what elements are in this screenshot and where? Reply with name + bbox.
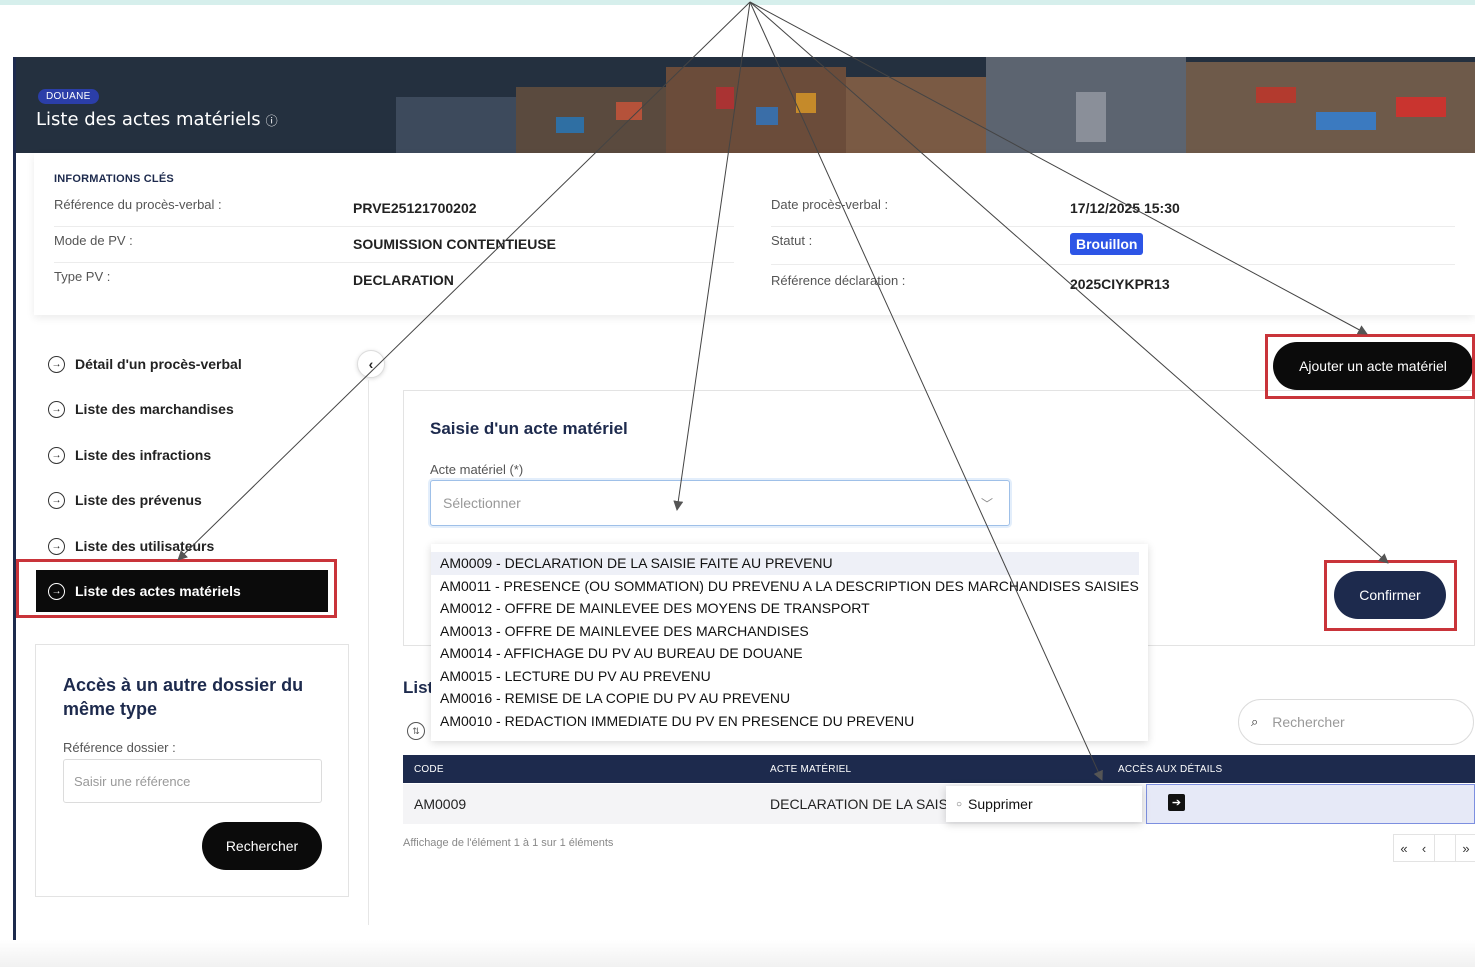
ref-pv-label: Référence du procès-verbal :: [54, 197, 222, 212]
dropdown-option[interactable]: AM0011 - PRESENCE (OU SOMMATION) DU PREV…: [431, 575, 1148, 598]
reference-dossier-input[interactable]: Saisir une référence: [63, 759, 322, 803]
mode-pv-value: SOUMISSION CONTENTIEUSE: [353, 236, 557, 252]
reference-dossier-label: Référence dossier :: [63, 740, 176, 755]
row-action-menu[interactable]: ○ Supprimer: [946, 786, 1142, 822]
collapse-sidebar-button[interactable]: ‹: [357, 350, 385, 378]
pagination-info: Affichage de l'élément 1 à 1 sur 1 éléme…: [403, 837, 614, 849]
column-header-details: ACCÈS AUX DÉTAILS: [1118, 764, 1223, 775]
select-placeholder: Sélectionner: [443, 495, 521, 511]
type-pv-value: DECLARATION: [353, 272, 454, 288]
dropdown-option[interactable]: AM0015 - LECTURE DU PV AU PREVENU: [431, 665, 1148, 688]
acte-materiel-label: Acte matériel (*): [430, 462, 524, 477]
chevron-down-icon: ﹀: [980, 497, 993, 511]
page-title-text: Liste des actes matériels: [36, 109, 261, 130]
dropdown-option[interactable]: AM0012 - OFFRE DE MAINLEVEE DES MOYENS D…: [431, 597, 1148, 620]
divider: [771, 226, 1455, 227]
first-page-button[interactable]: «: [1394, 835, 1414, 861]
sidebar-item-detail-pv[interactable]: → Détail d'un procès-verbal: [36, 343, 328, 385]
circle-icon: ○: [956, 798, 963, 810]
table-header: CODE ACTE MATÉRIEL ACCÈS AUX DÉTAILS: [403, 755, 1475, 783]
dropdown-option[interactable]: AM0014 - AFFICHAGE DU PV AU BUREAU DE DO…: [431, 642, 1148, 665]
column-header-code: CODE: [414, 764, 444, 775]
highlight-box-sidebar: [16, 559, 337, 618]
sort-icon[interactable]: ⇅: [407, 722, 425, 740]
page-banner: DOUANE Liste des actes matériels ⓘ: [16, 57, 1475, 153]
arrow-right-circle-icon: →: [48, 537, 65, 555]
sidebar-item-prevenus[interactable]: → Liste des prévenus: [36, 479, 328, 521]
sidebar-item-label: Liste des marchandises: [75, 401, 234, 417]
other-dossier-title: Accès à un autre dossier du même type: [63, 675, 304, 719]
banner-port-illustration: [16, 57, 1475, 153]
date-pv-value: 17/12/2025 15:30: [1070, 200, 1180, 216]
dropdown-option[interactable]: AM0013 - OFFRE DE MAINLEVEE DES MARCHAND…: [431, 620, 1148, 643]
rechercher-button[interactable]: Rechercher: [202, 822, 322, 870]
open-details-icon[interactable]: ➔: [1168, 794, 1185, 811]
sidebar-item-label: Détail d'un procès-verbal: [75, 356, 242, 372]
top-accent-bar: [0, 0, 1475, 5]
key-info-card: INFORMATIONS CLÉS Référence du procès-ve…: [34, 153, 1475, 315]
ref-declaration-label: Référence déclaration :: [771, 273, 906, 288]
ref-declaration-value: 2025CIYKPR13: [1070, 276, 1170, 292]
column-header-acte: ACTE MATÉRIEL: [770, 764, 852, 775]
saisie-title: Saisie d'un acte matériel: [430, 419, 628, 438]
dropdown-option[interactable]: AM0010 - REDACTION IMMEDIATE DU PV EN PR…: [431, 710, 1148, 733]
arrow-right-circle-icon: →: [48, 355, 65, 373]
arrow-right-circle-icon: →: [48, 446, 65, 464]
sidebar-item-label: Liste des infractions: [75, 447, 212, 463]
page-title: Liste des actes matériels ⓘ: [36, 109, 278, 130]
bottom-shade: [0, 940, 1475, 967]
details-cell[interactable]: [1146, 784, 1475, 824]
arrow-right-circle-icon: →: [48, 491, 65, 509]
info-icon[interactable]: ⓘ: [266, 114, 278, 128]
highlight-box-add: [1265, 334, 1475, 399]
pagination: « ‹ »: [1393, 834, 1475, 862]
acte-dropdown-menu: AM0009 - DECLARATION DE LA SAISIE FAITE …: [431, 544, 1148, 741]
table-row[interactable]: AM0009 DECLARATION DE LA SAISIE: [403, 784, 1475, 824]
search-placeholder: Rechercher: [1272, 714, 1345, 730]
sidebar-item-marchandises[interactable]: → Liste des marchandises: [36, 388, 328, 430]
dropdown-option[interactable]: AM0009 - DECLARATION DE LA SAISIE FAITE …: [431, 552, 1139, 575]
key-info-header: INFORMATIONS CLÉS: [54, 173, 174, 185]
delete-action[interactable]: Supprimer: [968, 796, 1033, 812]
type-pv-label: Type PV :: [54, 269, 111, 284]
sidebar-divider: [368, 380, 369, 925]
divider: [54, 226, 734, 227]
agency-badge: DOUANE: [38, 89, 99, 104]
status-badge: Brouillon: [1070, 233, 1144, 255]
ref-pv-value: PRVE25121700202: [353, 200, 477, 216]
cell-acte: DECLARATION DE LA SAISIE: [770, 796, 962, 812]
date-pv-label: Date procès-verbal :: [771, 197, 889, 212]
sidebar-item-infractions[interactable]: → Liste des infractions: [36, 434, 328, 476]
cell-code: AM0009: [414, 796, 467, 812]
last-page-button[interactable]: »: [1456, 835, 1475, 861]
current-page[interactable]: [1434, 835, 1456, 861]
sidebar-item-label: Liste des utilisateurs: [75, 538, 215, 554]
sidebar-item-label: Liste des prévenus: [75, 492, 202, 508]
search-icon: ⌕: [1251, 714, 1259, 729]
list-title: List: [403, 678, 434, 697]
divider: [771, 264, 1455, 265]
statut-label: Statut :: [771, 233, 813, 248]
acte-materiel-select[interactable]: Sélectionner ﹀: [430, 480, 1010, 526]
divider: [54, 262, 734, 263]
mode-pv-label: Mode de PV :: [54, 233, 133, 248]
arrow-right-circle-icon: →: [48, 400, 65, 418]
highlight-box-confirm: [1324, 560, 1457, 631]
table-search-input[interactable]: ⌕ Rechercher: [1238, 699, 1474, 745]
left-edge-bar: [13, 57, 16, 957]
other-dossier-card: Accès à un autre dossier du même type Ré…: [35, 644, 349, 897]
prev-page-button[interactable]: ‹: [1414, 835, 1434, 861]
dropdown-option[interactable]: AM0016 - REMISE DE LA COPIE DU PV AU PRE…: [431, 687, 1148, 710]
